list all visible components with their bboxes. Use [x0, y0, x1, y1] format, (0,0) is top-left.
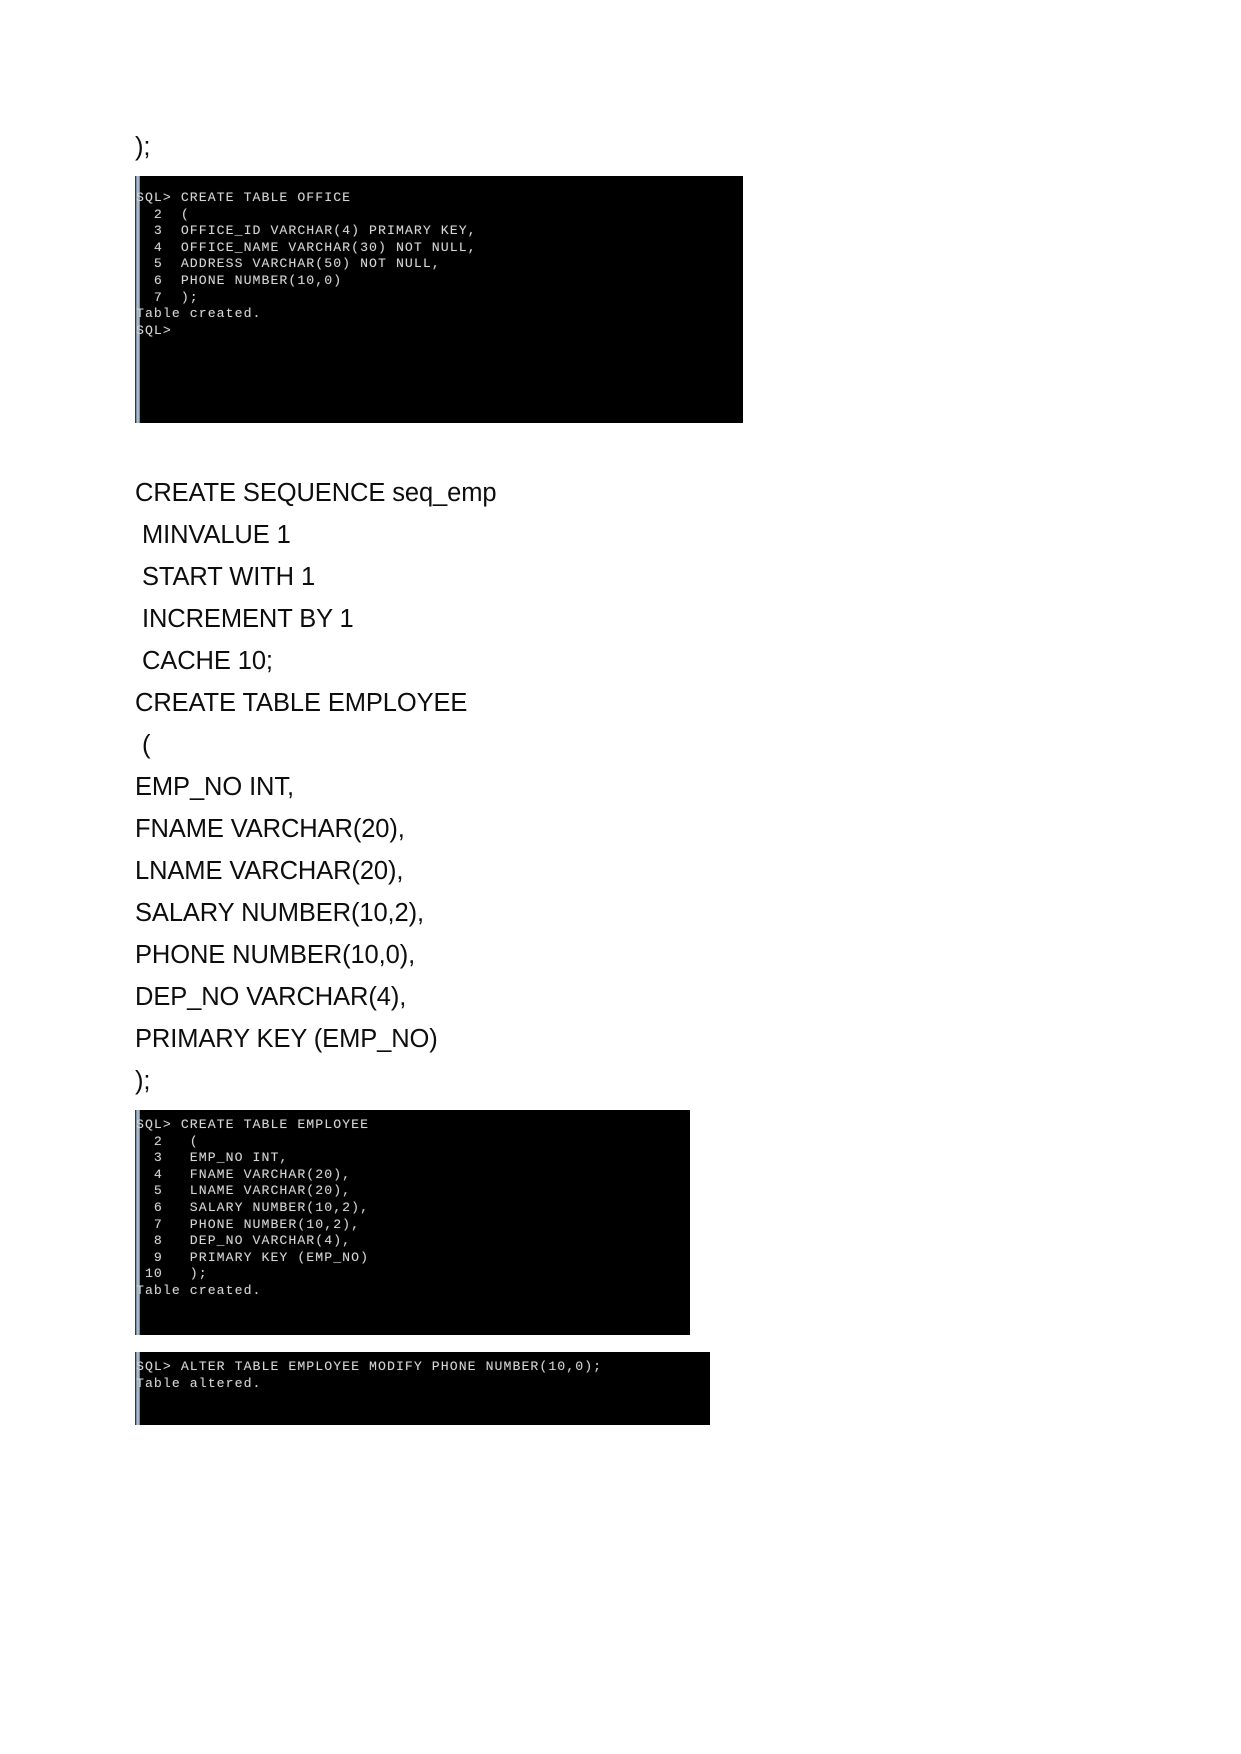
terminal-output-employee: SQL> CREATE TABLE EMPLOYEE 2 ( 3 EMP_NO …: [135, 1110, 690, 1335]
terminal-line: 3 OFFICE_ID VARCHAR(4) PRIMARY KEY,: [136, 223, 477, 239]
sql-line-minvalue: MINVALUE 1: [135, 521, 291, 549]
sql-line-cache: CACHE 10;: [135, 647, 273, 675]
terminal-screenshot-create-office: SQL> CREATE TABLE OFFICE 2 ( 3 OFFICE_ID…: [135, 176, 743, 423]
terminal-prompt-line: SQL>: [136, 322, 172, 338]
terminal-line: 5 ADDRESS VARCHAR(50) NOT NULL,: [136, 256, 441, 272]
terminal-line: 8 DEP_NO VARCHAR(4),: [136, 1233, 352, 1249]
sql-line-phone: PHONE NUMBER(10,0),: [135, 941, 416, 969]
terminal-screenshot-alter-employee: SQL> ALTER TABLE EMPLOYEE MODIFY PHONE N…: [135, 1352, 710, 1425]
terminal-line: 6 SALARY NUMBER(10,2),: [136, 1199, 370, 1215]
terminal-line: Table created.: [136, 1282, 262, 1298]
sql-line-increment-by: INCREMENT BY 1: [135, 605, 354, 633]
terminal-line: 2 (: [136, 1133, 199, 1149]
terminal-line: 2 (: [136, 206, 190, 222]
terminal-output-alter: SQL> ALTER TABLE EMPLOYEE MODIFY PHONE N…: [135, 1352, 710, 1425]
sql-line-salary: SALARY NUMBER(10,2),: [135, 899, 424, 927]
terminal-line: SQL> ALTER TABLE EMPLOYEE MODIFY PHONE N…: [136, 1359, 603, 1374]
terminal-line: Table altered.: [136, 1375, 262, 1391]
terminal-line: SQL> CREATE TABLE EMPLOYEE: [136, 1117, 370, 1132]
sql-line-fname: FNAME VARCHAR(20),: [135, 815, 405, 843]
terminal-line: Table created.: [136, 306, 262, 322]
terminal-line: 9 PRIMARY KEY (EMP_NO): [136, 1249, 370, 1265]
sql-line-create-table: CREATE TABLE EMPLOYEE: [135, 689, 468, 717]
terminal-line: 4 OFFICE_NAME VARCHAR(30) NOT NULL,: [136, 239, 477, 255]
document-page: ); SQL> CREATE TABLE OFFICE 2 ( 3 OFFICE…: [0, 0, 1241, 1754]
sql-line-lname: LNAME VARCHAR(20),: [135, 857, 404, 885]
sql-line-dep-no: DEP_NO VARCHAR(4),: [135, 983, 407, 1011]
sql-line-close-paren: );: [135, 1067, 151, 1095]
terminal-line: SQL> CREATE TABLE OFFICE: [136, 190, 352, 205]
terminal-line: 7 PHONE NUMBER(10,2),: [136, 1216, 361, 1232]
sql-line-primary-key: PRIMARY KEY (EMP_NO): [135, 1025, 438, 1053]
terminal-line: 6 PHONE NUMBER(10,0): [136, 272, 343, 288]
terminal-line: 3 EMP_NO INT,: [136, 1150, 289, 1166]
sql-line-create-sequence: CREATE SEQUENCE seq_emp: [135, 479, 497, 507]
terminal-screenshot-create-employee: SQL> CREATE TABLE EMPLOYEE 2 ( 3 EMP_NO …: [135, 1110, 690, 1335]
sql-line-start-with: START WITH 1: [135, 563, 316, 591]
terminal-output-office: SQL> CREATE TABLE OFFICE 2 ( 3 OFFICE_ID…: [135, 176, 743, 423]
terminal-line: 4 FNAME VARCHAR(20),: [136, 1166, 352, 1182]
terminal-line: 5 LNAME VARCHAR(20),: [136, 1183, 352, 1199]
top-closing-paren-line: );: [135, 133, 151, 161]
sql-line-open-paren: (: [135, 731, 151, 759]
terminal-line: 10 );: [136, 1266, 208, 1282]
terminal-line: 7 );: [136, 289, 199, 305]
sql-line-emp-no: EMP_NO INT,: [135, 773, 295, 801]
